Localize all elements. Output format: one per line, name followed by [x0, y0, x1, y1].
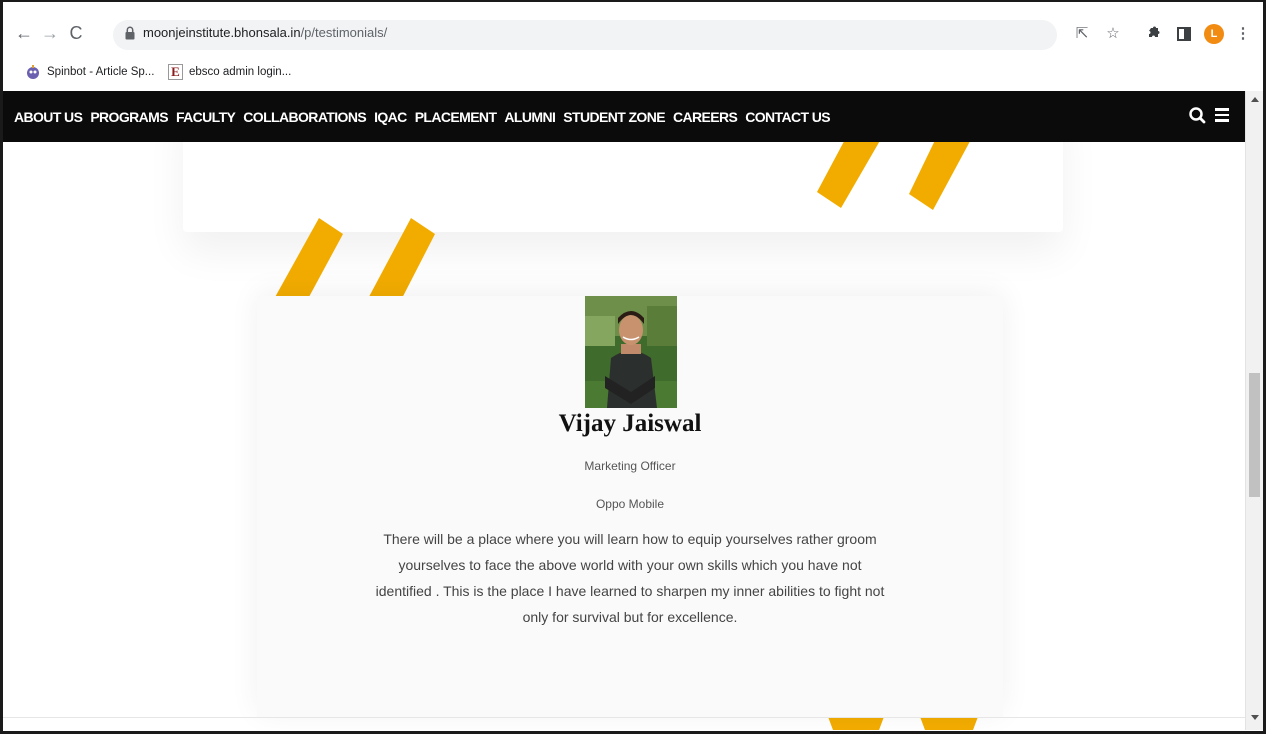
testimonial-name: Vijay Jaiswal [558, 410, 702, 437]
search-icon[interactable] [1188, 106, 1208, 126]
nav-iqac[interactable]: IQAC [374, 109, 407, 125]
spinbot-icon [27, 65, 39, 79]
url-path: /p/testimonials/ [300, 25, 388, 40]
bookmarks-bar: Spinbot - Article Sp... E ebsco admin lo… [3, 56, 1263, 88]
testimonial-card: Vijay Jaiswal Marketing Officer Oppo Mob… [257, 296, 1003, 717]
scroll-down-arrow-icon[interactable] [1251, 715, 1259, 720]
nav-careers[interactable]: CAREERS [673, 109, 738, 125]
browser-window: ← → C moonjeinstitute.bhonsala.in/p/test… [0, 0, 1266, 734]
nav-alumni[interactable]: ALUMNI [504, 109, 555, 125]
page-bottom-divider [3, 717, 1245, 718]
scroll-up-arrow-icon[interactable] [1251, 97, 1259, 102]
forward-arrow-icon[interactable]: → [39, 22, 61, 44]
browser-toolbar: ← → C moonjeinstitute.bhonsala.in/p/test… [3, 8, 1263, 56]
opening-quote-icon [269, 218, 435, 308]
scrollbar-thumb[interactable] [1249, 373, 1260, 497]
ebsco-e-icon: E [168, 64, 183, 80]
bookmark-ebsco[interactable]: E ebsco admin login... [168, 62, 291, 82]
nav-faculty[interactable]: FACULTY [176, 109, 236, 125]
testimonial-company: Oppo Mobile [595, 497, 665, 511]
page-scrollbar[interactable] [1245, 91, 1263, 730]
nav-programs[interactable]: PROGRAMS [90, 109, 168, 125]
bookmark-label: Spinbot - Article Sp... [47, 66, 155, 78]
bookmark-label: ebsco admin login... [189, 66, 292, 78]
closing-quote-icon [817, 142, 970, 210]
nav-placement[interactable]: PLACEMENT [415, 109, 497, 125]
url-host: moonjeinstitute.bhonsala.in [143, 25, 301, 40]
bookmark-spinbot[interactable]: Spinbot - Article Sp... [25, 62, 154, 82]
nav-about-us[interactable]: ABOUT US [14, 109, 83, 125]
lock-icon[interactable] [125, 26, 135, 40]
nav-menu-items: ABOUT US PROGRAMS FACULTY COLLABORATIONS… [14, 91, 831, 142]
side-panel-icon[interactable] [1174, 24, 1194, 44]
testimonial-role: Marketing Officer [584, 459, 676, 473]
site-navbar: ABOUT US PROGRAMS FACULTY COLLABORATIONS… [3, 91, 1245, 142]
nav-student-zone[interactable]: STUDENT ZONE [563, 109, 665, 125]
person-photo [585, 296, 677, 408]
extensions-puzzle-icon[interactable] [1144, 24, 1164, 44]
testimonial-quote: There will be a place where you will lea… [375, 531, 885, 625]
bookmark-star-icon[interactable]: ☆ [1103, 24, 1123, 44]
share-icon[interactable]: ⇱ [1072, 24, 1092, 44]
url-text[interactable]: moonjeinstitute.bhonsala.in/p/testimonia… [143, 25, 387, 40]
profile-avatar[interactable]: L [1204, 24, 1224, 44]
back-arrow-icon[interactable]: ← [13, 22, 35, 44]
testimonials-section: Vijay Jaiswal Marketing Officer Oppo Mob… [3, 142, 1245, 730]
nav-collaborations[interactable]: COLLABORATIONS [243, 109, 366, 125]
kebab-menu-icon[interactable]: ⋮ [1233, 24, 1253, 44]
nav-contact-us[interactable]: CONTACT US [745, 109, 830, 125]
hamburger-menu-icon[interactable] [1215, 108, 1229, 122]
reload-icon[interactable]: C [65, 22, 87, 44]
